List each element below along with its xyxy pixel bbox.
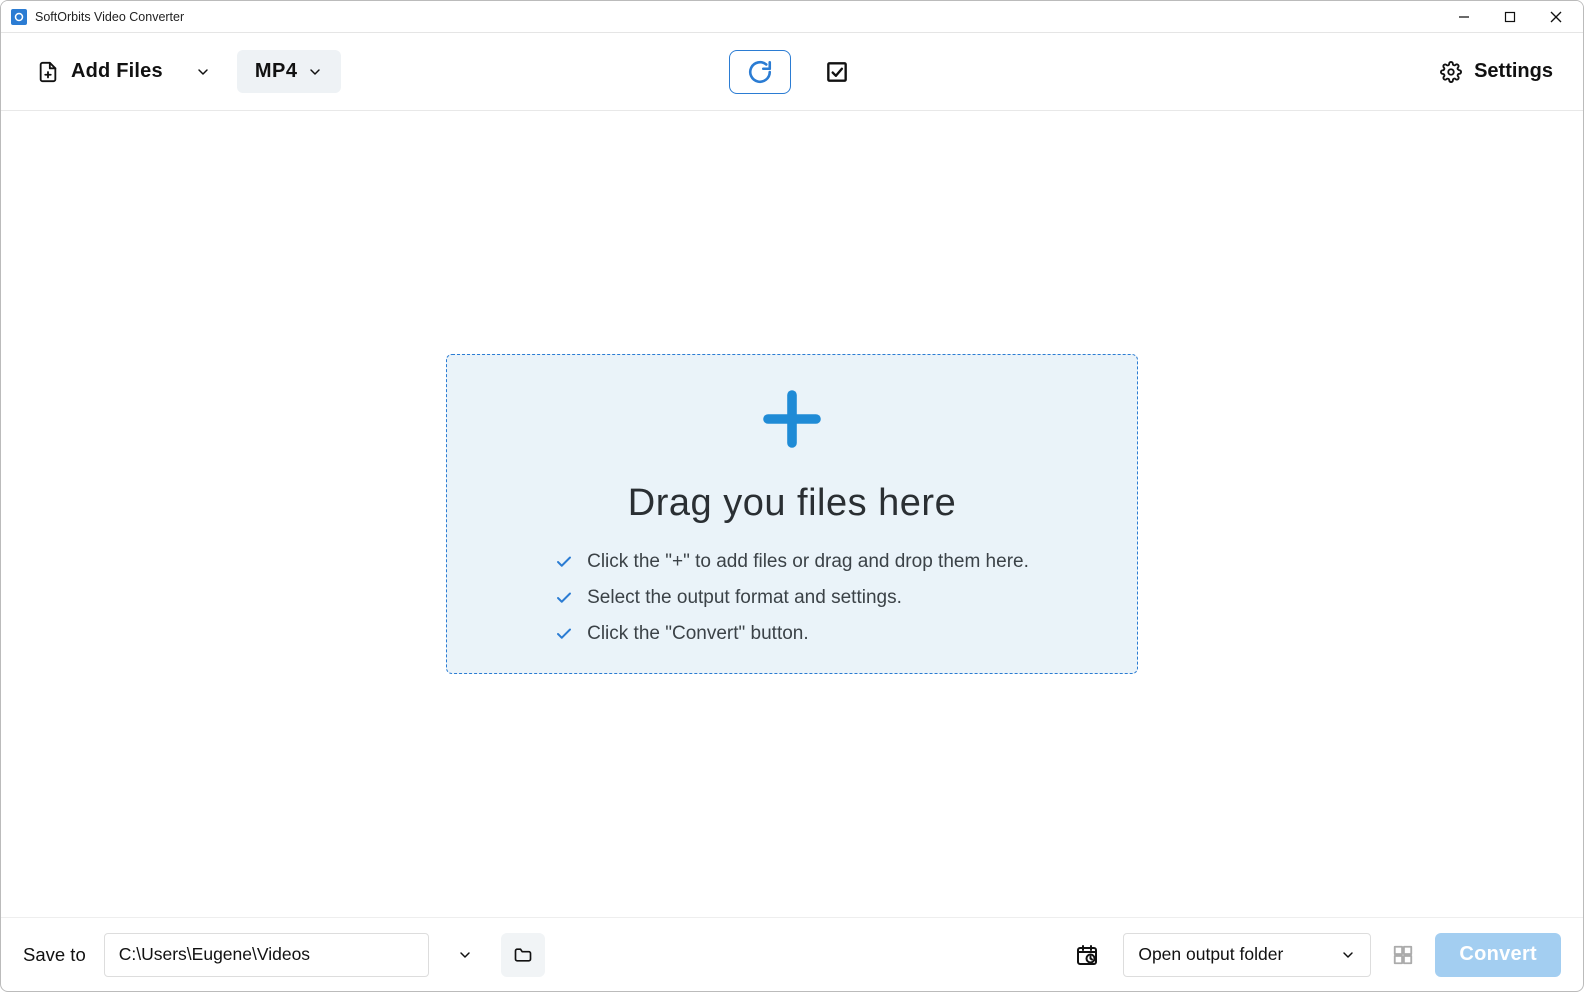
rotate-icon xyxy=(747,59,773,85)
app-title: SoftOrbits Video Converter xyxy=(35,10,184,24)
output-path-input[interactable] xyxy=(104,933,429,977)
output-format-select[interactable]: MP4 xyxy=(237,50,342,93)
add-file-icon xyxy=(37,61,59,83)
dropzone-steps: Click the "+" to add files or drag and d… xyxy=(555,551,1029,645)
check-icon xyxy=(555,589,573,607)
chevron-down-icon xyxy=(195,64,211,80)
browse-folder-button[interactable] xyxy=(501,933,545,977)
convert-label: Convert xyxy=(1459,943,1537,965)
folder-icon xyxy=(513,945,533,965)
crop-button[interactable] xyxy=(819,54,855,90)
calendar-clock-icon xyxy=(1075,943,1099,967)
chevron-down-icon xyxy=(1340,947,1356,963)
bottombar: Save to Open output folder Convert xyxy=(1,917,1583,991)
chevron-down-icon xyxy=(307,64,323,80)
dropzone-heading: Drag you files here xyxy=(628,482,956,525)
toolbar-left: Add Files MP4 xyxy=(31,50,341,93)
merge-icon xyxy=(1392,944,1414,966)
merge-button[interactable] xyxy=(1385,937,1421,973)
app-window: SoftOrbits Video Converter Add Files xyxy=(0,0,1584,992)
step-text: Select the output format and settings. xyxy=(587,587,902,609)
close-button[interactable] xyxy=(1533,1,1579,33)
check-icon xyxy=(555,553,573,571)
dropzone-step: Click the "+" to add files or drag and d… xyxy=(555,551,1029,573)
dropzone-step: Select the output format and settings. xyxy=(555,587,1029,609)
plus-icon xyxy=(756,383,828,460)
titlebar: SoftOrbits Video Converter xyxy=(1,1,1583,33)
settings-label: Settings xyxy=(1474,60,1553,83)
minimize-button[interactable] xyxy=(1441,1,1487,33)
crop-check-icon xyxy=(824,59,850,85)
saveto-label: Save to xyxy=(23,944,86,966)
path-history-dropdown[interactable] xyxy=(443,933,487,977)
main-area: Drag you files here Click the "+" to add… xyxy=(1,111,1583,917)
dropzone[interactable]: Drag you files here Click the "+" to add… xyxy=(446,354,1138,674)
open-output-folder-select[interactable]: Open output folder xyxy=(1123,933,1371,977)
schedule-button[interactable] xyxy=(1065,933,1109,977)
toolbar: Add Files MP4 Settings xyxy=(1,33,1583,111)
settings-button[interactable]: Settings xyxy=(1440,60,1553,83)
dropzone-step: Click the "Convert" button. xyxy=(555,623,1029,645)
toolbar-center xyxy=(729,50,855,94)
add-files-dropdown[interactable] xyxy=(187,58,219,86)
check-icon xyxy=(555,625,573,643)
step-text: Click the "Convert" button. xyxy=(587,623,809,645)
chevron-down-icon xyxy=(457,947,473,963)
maximize-button[interactable] xyxy=(1487,1,1533,33)
gear-icon xyxy=(1440,61,1462,83)
step-text: Click the "+" to add files or drag and d… xyxy=(587,551,1029,573)
convert-button[interactable]: Convert xyxy=(1435,933,1561,977)
rotate-button[interactable] xyxy=(729,50,791,94)
app-logo-icon xyxy=(11,9,27,25)
add-files-button[interactable]: Add Files xyxy=(31,52,169,91)
output-format-label: MP4 xyxy=(255,60,298,83)
open-output-label: Open output folder xyxy=(1138,944,1283,965)
add-files-label: Add Files xyxy=(71,60,163,83)
window-controls xyxy=(1441,1,1579,33)
